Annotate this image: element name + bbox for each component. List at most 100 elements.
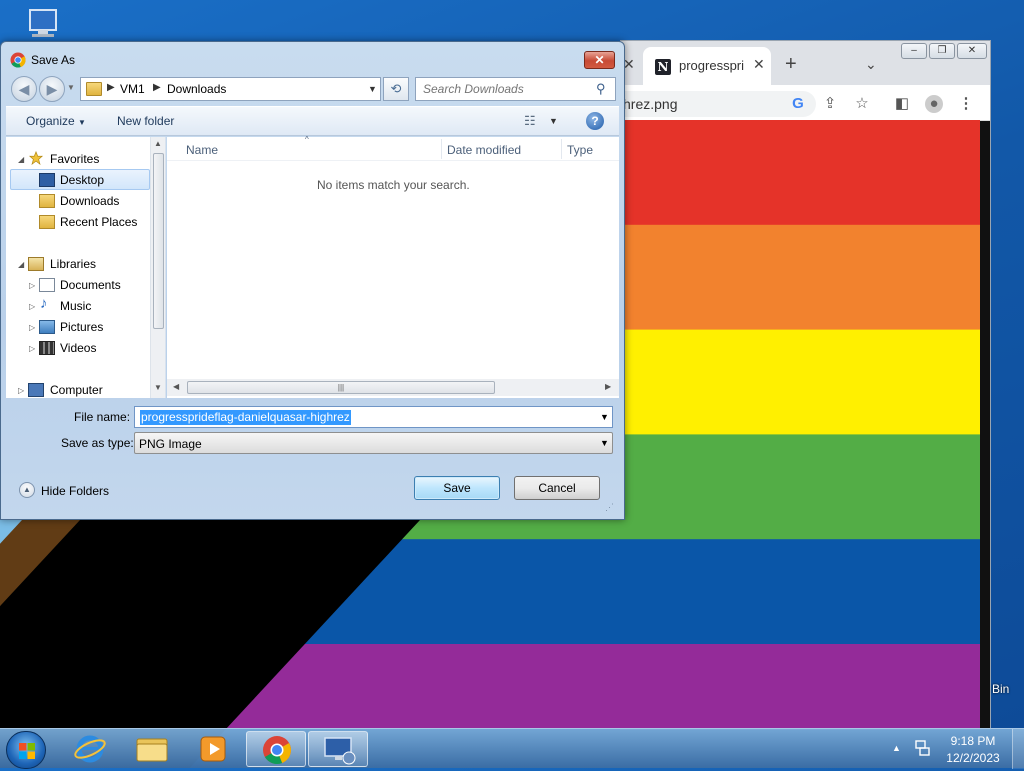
expand-arrow-icon[interactable]: ▷: [29, 323, 35, 332]
tree-videos[interactable]: Videos: [60, 338, 96, 358]
taskbar-internet-explorer[interactable]: [60, 731, 120, 767]
expand-arrow-icon[interactable]: ▷: [18, 386, 24, 395]
chevron-down-icon: ▼: [78, 118, 86, 127]
scrollbar-thumb[interactable]: [153, 153, 164, 329]
column-headers: Name ^ Date modified Type: [167, 135, 619, 161]
search-box[interactable]: ⚲: [415, 77, 616, 101]
breadcrumb-separator-icon[interactable]: ▶: [153, 82, 161, 93]
dialog-close-button[interactable]: ✕: [584, 51, 615, 69]
save-as-type-dropdown-icon[interactable]: ▼: [600, 438, 609, 448]
tree-music[interactable]: Music: [60, 296, 91, 316]
window-close-button[interactable]: ✕: [957, 43, 987, 59]
share-icon[interactable]: ⇪: [821, 95, 839, 113]
show-desktop-button[interactable]: [1012, 729, 1024, 769]
column-type[interactable]: Type: [567, 143, 593, 157]
scroll-right-icon[interactable]: ▶: [605, 382, 611, 391]
scroll-left-icon[interactable]: ◀: [173, 382, 179, 391]
file-name-field[interactable]: progressprideflag-danielquasar-highrez ▼: [134, 406, 613, 428]
forward-button[interactable]: ▶: [39, 76, 65, 102]
navigation-pane: ◢ Favorites Desktop Downloads Recent Pla…: [6, 137, 166, 398]
new-tab-button[interactable]: +: [785, 53, 797, 76]
address-dropdown-icon[interactable]: ▼: [368, 84, 377, 94]
new-folder-button[interactable]: New folder: [117, 114, 174, 128]
minimize-button[interactable]: –: [901, 43, 927, 59]
help-icon[interactable]: ?: [586, 112, 604, 130]
bookmark-star-icon[interactable]: ☆: [853, 95, 871, 113]
file-list-pane: Name ^ Date modified Type No items match…: [167, 135, 619, 398]
folder-icon: [136, 738, 168, 762]
resize-grip-icon[interactable]: ⋰: [605, 502, 614, 513]
show-hidden-icons-icon[interactable]: ▲: [892, 743, 901, 753]
column-name[interactable]: Name: [186, 143, 218, 157]
tab-search-chevron-icon[interactable]: ⌄: [865, 56, 877, 73]
scroll-down-icon[interactable]: ▼: [154, 383, 162, 392]
column-divider[interactable]: [441, 139, 442, 159]
chrome-menu-icon[interactable]: ⋮: [957, 95, 975, 113]
search-icon[interactable]: ⚲: [596, 81, 606, 97]
organize-button[interactable]: Organize ▼: [26, 114, 86, 128]
page-scrollbar[interactable]: [979, 121, 990, 729]
taskbar-remote-desktop[interactable]: [308, 731, 368, 767]
collapse-arrow-icon[interactable]: ◢: [18, 155, 24, 164]
computer-desktop-icon[interactable]: [14, 8, 60, 42]
breadcrumb-vm1[interactable]: VM1: [120, 82, 145, 96]
side-panel-icon[interactable]: ◧: [893, 95, 911, 113]
breadcrumb-downloads[interactable]: Downloads: [167, 82, 226, 96]
tab-close-icon[interactable]: ✕: [753, 56, 765, 73]
libraries-icon: [28, 257, 44, 271]
recycle-bin-label[interactable]: Bin: [992, 682, 1009, 696]
system-clock[interactable]: 9:18 PM 12/2/2023: [936, 733, 1010, 767]
tree-documents[interactable]: Documents: [60, 275, 121, 295]
view-options-chevron-icon[interactable]: ▼: [549, 116, 558, 126]
start-button[interactable]: [6, 731, 46, 769]
column-date-modified[interactable]: Date modified: [447, 143, 521, 157]
collapse-arrow-icon[interactable]: ◢: [18, 260, 24, 269]
tree-computer[interactable]: Computer: [50, 380, 103, 398]
scroll-up-icon[interactable]: ▲: [154, 139, 162, 148]
tree-libraries[interactable]: Libraries: [50, 254, 96, 274]
scrollbar-thumb[interactable]: |||: [187, 381, 495, 394]
save-as-dialog: Save As ✕ ◀ ▶ ▼ ▶ VM1 ▶ Downloads ▼ ⟲ ⚲ …: [0, 41, 625, 520]
horizontal-scrollbar[interactable]: ◀ ||| ▶: [167, 379, 619, 396]
expand-arrow-icon[interactable]: ▷: [29, 281, 35, 290]
search-input[interactable]: [416, 78, 592, 100]
file-name-input-value[interactable]: progressprideflag-danielquasar-highrez: [140, 410, 351, 425]
videos-icon: [39, 341, 55, 355]
chrome-tab-active[interactable]: N progresspri ✕: [643, 47, 771, 85]
recent-locations-chevron-icon[interactable]: ▼: [67, 83, 75, 92]
back-button[interactable]: ◀: [11, 76, 37, 102]
breadcrumb-separator-icon[interactable]: ▶: [107, 82, 115, 93]
tree-downloads[interactable]: Downloads: [60, 191, 119, 211]
tree-favorites[interactable]: Favorites: [50, 149, 99, 169]
cancel-button[interactable]: Cancel: [514, 476, 600, 500]
address-bar[interactable]: hrez.png: [621, 91, 816, 117]
expand-arrow-icon[interactable]: ▷: [29, 302, 35, 311]
refresh-icon[interactable]: ⟲: [383, 77, 409, 101]
music-icon: ♪: [40, 295, 48, 312]
taskbar-chrome[interactable]: [246, 731, 306, 767]
breadcrumb-address-bar[interactable]: ▶ VM1 ▶ Downloads ▼: [80, 77, 381, 101]
recent-places-icon: [39, 215, 55, 229]
star-icon: [28, 151, 44, 165]
navigation-scrollbar[interactable]: ▲ ▼: [150, 137, 165, 398]
profile-avatar-icon[interactable]: ●: [925, 95, 943, 113]
taskbar: ▲ 9:18 PM 12/2/2023: [0, 728, 1024, 769]
network-icon[interactable]: [914, 739, 930, 757]
maximize-button[interactable]: ❐: [929, 43, 955, 59]
google-lens-icon[interactable]: G: [789, 95, 807, 113]
save-as-type-select[interactable]: PNG Image ▼: [134, 432, 613, 454]
save-button[interactable]: Save: [414, 476, 500, 500]
taskbar-file-explorer[interactable]: [122, 731, 182, 767]
change-view-icon[interactable]: ☷: [524, 113, 536, 129]
dialog-titlebar[interactable]: Save As ✕: [1, 42, 624, 72]
tree-recent-places[interactable]: Recent Places: [60, 212, 137, 232]
tree-desktop[interactable]: Desktop: [60, 170, 104, 190]
file-name-dropdown-icon[interactable]: ▼: [600, 412, 609, 422]
tree-pictures[interactable]: Pictures: [60, 317, 103, 337]
taskbar-media-player[interactable]: [184, 731, 244, 767]
pictures-icon: [39, 320, 55, 334]
expand-arrow-icon[interactable]: ▷: [29, 344, 35, 353]
column-divider[interactable]: [561, 139, 562, 159]
hide-folders-label: Hide Folders: [41, 484, 110, 498]
clock-time: 9:18 PM: [950, 734, 996, 748]
